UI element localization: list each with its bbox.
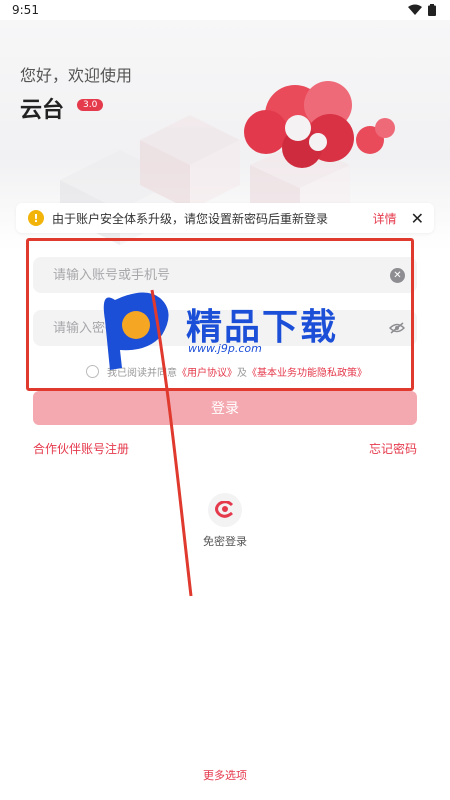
wifi-icon: [408, 4, 422, 15]
account-input[interactable]: [53, 267, 390, 283]
privacy-policy-link[interactable]: 《基本业务功能隐私政策》: [247, 364, 367, 379]
watermark-url: www.j9p.com: [188, 342, 262, 355]
battery-icon: [428, 4, 436, 16]
agreement-prefix: 我已阅读并同意: [107, 368, 177, 379]
status-bar: 9:51: [0, 0, 450, 20]
warning-icon: !: [28, 210, 44, 226]
brand-logo-icon: [208, 493, 242, 527]
notice-text: 由于账户安全体系升级，请您设置新密码后重新登录: [52, 211, 329, 226]
close-icon[interactable]: ✕: [411, 209, 424, 228]
user-agreement-link[interactable]: 《用户协议》: [177, 364, 237, 379]
passwordless-label: 免密登录: [203, 535, 247, 548]
partner-register-link[interactable]: 合作伙伴账号注册: [33, 440, 129, 457]
login-button[interactable]: 登录: [33, 391, 417, 425]
agreement-joiner: 及: [237, 368, 247, 379]
agreement-checkbox[interactable]: [86, 365, 99, 378]
agreement-row: 我已阅读并同意 《用户协议》 及 《基本业务功能隐私政策》: [86, 364, 367, 379]
clear-icon[interactable]: ✕: [390, 267, 405, 283]
notice-detail-link[interactable]: 详情: [373, 210, 397, 227]
greeting-text: 您好，欢迎使用: [20, 66, 133, 85]
account-field[interactable]: ✕: [33, 257, 417, 293]
eye-off-icon[interactable]: [389, 322, 405, 334]
security-notice-bar: ! 由于账户安全体系升级，请您设置新密码后重新登录 详情 ✕: [16, 203, 434, 233]
forgot-password-link[interactable]: 忘记密码: [369, 440, 417, 457]
more-options-link[interactable]: 更多选项: [0, 767, 450, 783]
app-title: 云台: [20, 98, 65, 123]
passwordless-login-button[interactable]: 免密登录: [195, 493, 255, 549]
status-time: 9:51: [12, 3, 39, 17]
version-badge: 3.0: [77, 99, 104, 111]
